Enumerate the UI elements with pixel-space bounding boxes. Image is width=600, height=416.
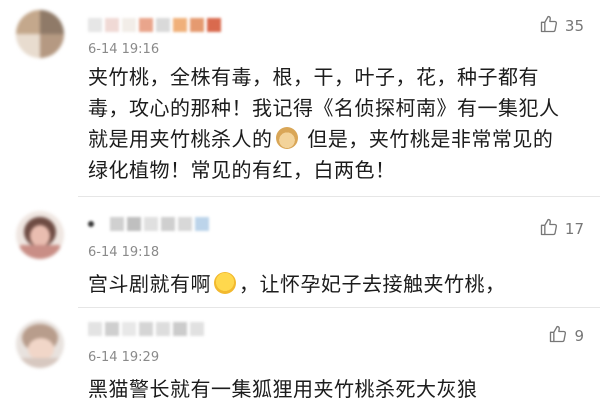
username-redacted[interactable] [88,320,204,338]
thumbs-up-icon [539,14,559,38]
comment-text-part: ，让怀孕妃子去接触夹竹桃， [239,272,506,296]
comment-text: 夹竹桃，全株有毒，根，干，叶子，花，种子都有毒，攻心的那种！我记得《名侦探柯南》… [88,62,570,186]
like-count: 9 [574,327,584,345]
avatar[interactable] [16,320,64,368]
comment-text-part: 黑猫警长就有一集狐狸用夹竹桃杀死大灰狼 [88,377,478,401]
username-redacted[interactable] [88,215,209,233]
like-button[interactable]: 9 [548,324,584,348]
like-count: 35 [564,17,584,35]
like-count: 17 [564,220,584,238]
doge-emoji [275,127,298,149]
comment-time: 6-14 19:29 [88,350,160,365]
like-button[interactable]: 17 [539,217,584,241]
laugh-cry-emoji [214,272,236,294]
thumbs-up-icon [548,324,568,348]
comment-item: 6-14 19:29 9 黑猫警长就有一集狐狸用夹竹桃杀死大灰狼 [0,308,600,416]
like-button[interactable]: 35 [539,14,584,38]
comment-feed: 6-14 19:16 35 夹竹桃，全株有毒，根，干，叶子，花，种子都有毒，攻心… [0,0,600,416]
avatar[interactable] [16,10,64,58]
comment-text: 宫斗剧就有啊 ，让怀孕妃子去接触夹竹桃， [88,269,570,300]
comment-text-part: 宫斗剧就有啊 [88,272,211,296]
comment-time: 6-14 19:18 [88,245,160,260]
comment-item: 6-14 19:16 35 夹竹桃，全株有毒，根，干，叶子，花，种子都有毒，攻心… [0,0,600,196]
username-redacted[interactable] [88,16,221,34]
thumbs-up-icon [539,217,559,241]
comment-text: 黑猫警长就有一集狐狸用夹竹桃杀死大灰狼 [88,374,570,405]
comment-time: 6-14 19:16 [88,42,160,57]
comment-item: 6-14 19:18 17 宫斗剧就有啊 ，让怀孕妃子去接触夹竹桃， [0,197,600,307]
avatar[interactable] [16,211,64,259]
